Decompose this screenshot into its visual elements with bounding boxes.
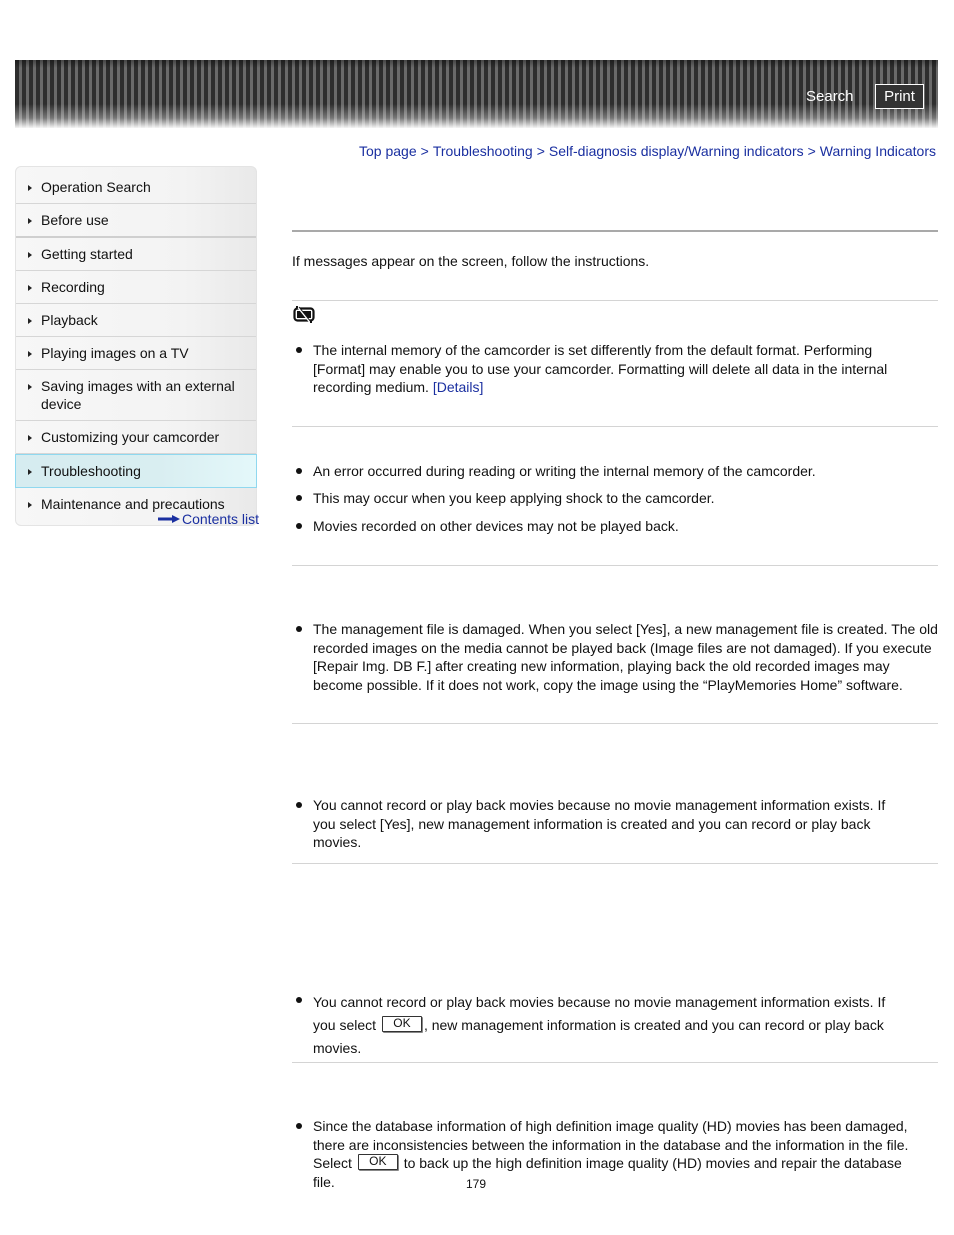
caret-right-icon — [28, 351, 32, 357]
sidebar-item-before-use[interactable]: Before use — [16, 204, 256, 238]
sidebar-item-saving-images[interactable]: Saving images with an external device — [16, 370, 256, 421]
caret-right-icon — [28, 384, 32, 390]
breadcrumb-self-diagnosis[interactable]: Self-diagnosis display/Warning indicator… — [549, 143, 804, 159]
breadcrumb-separator: > — [807, 143, 816, 159]
sidebar-item-label: Before use — [41, 212, 109, 228]
sidebar-item-label: Playback — [41, 312, 98, 328]
list-item: You cannot record or play back movies be… — [296, 991, 911, 1060]
print-button[interactable]: Print — [875, 84, 924, 109]
breadcrumb-top-page[interactable]: Top page — [359, 143, 417, 159]
sidebar-item-operation-search[interactable]: Operation Search — [16, 171, 256, 204]
section-divider — [292, 1062, 938, 1063]
breadcrumb-troubleshooting[interactable]: Troubleshooting — [433, 143, 533, 159]
header-bar — [15, 60, 938, 128]
bullet-text: The internal memory of the camcorder is … — [313, 342, 888, 395]
section-divider — [292, 426, 938, 427]
sidebar-item-recording[interactable]: Recording — [16, 271, 256, 304]
section-divider — [292, 863, 938, 864]
search-link[interactable]: Search — [806, 88, 854, 105]
contents-list-label: Contents list — [182, 511, 260, 527]
arrow-right-icon — [158, 515, 180, 523]
section-divider — [292, 300, 938, 301]
section-divider — [292, 723, 938, 724]
breadcrumb-separator: > — [536, 143, 545, 159]
title-divider — [292, 230, 938, 232]
list-item: This may occur when you keep applying sh… — [296, 489, 941, 508]
caret-right-icon — [28, 318, 32, 324]
caret-right-icon — [28, 502, 32, 508]
breadcrumb-warning-indicators[interactable]: Warning Indicators — [820, 143, 936, 159]
sidebar-item-label: Customizing your camcorder — [41, 429, 220, 445]
sidebar-item-troubleshooting[interactable]: Troubleshooting — [15, 454, 257, 488]
list-item: The internal memory of the camcorder is … — [296, 341, 916, 397]
sidebar-item-customizing[interactable]: Customizing your camcorder — [16, 421, 256, 454]
contents-list-link[interactable]: Contents list — [158, 511, 259, 527]
sidebar-item-label: Playing images on a TV — [41, 345, 189, 361]
sidebar-item-label: Recording — [41, 279, 105, 295]
caret-right-icon — [28, 252, 32, 258]
sidebar-nav: Operation Search Before use Getting star… — [15, 166, 257, 526]
breadcrumb: Top page > Troubleshooting > Self-diagnosis … — [359, 143, 936, 159]
caret-right-icon — [28, 469, 32, 475]
list-item: You cannot record or play back movies be… — [296, 796, 911, 852]
sidebar-item-label: Getting started — [41, 246, 133, 262]
sidebar-item-getting-started[interactable]: Getting started — [16, 238, 256, 271]
sidebar-item-playing-images-on-tv[interactable]: Playing images on a TV — [16, 337, 256, 370]
caret-right-icon — [28, 285, 32, 291]
sidebar-item-label: Troubleshooting — [41, 463, 141, 479]
caret-right-icon — [28, 185, 32, 191]
internal-memory-format-error-icon — [293, 306, 315, 323]
sidebar-item-label: Maintenance and precautions — [41, 496, 225, 512]
page-number: 179 — [466, 1177, 487, 1191]
sidebar-item-label: Operation Search — [41, 179, 151, 195]
list-item: Movies recorded on other devices may not… — [296, 517, 941, 536]
list-item: The management file is damaged. When you… — [296, 620, 941, 694]
intro-text: If messages appear on the screen, follow… — [292, 253, 650, 269]
ok-button-graphic: OK — [381, 1016, 422, 1032]
sidebar-item-label: Saving images with an external device — [41, 378, 235, 412]
section-divider — [292, 565, 938, 566]
list-item: An error occurred during reading or writ… — [296, 462, 941, 481]
list-item: Since the database information of high d… — [296, 1117, 921, 1191]
caret-right-icon — [28, 435, 32, 441]
caret-right-icon — [28, 218, 32, 224]
details-link[interactable]: [Details] — [433, 379, 484, 395]
sidebar-item-playback[interactable]: Playback — [16, 304, 256, 337]
ok-button-graphic: OK — [357, 1154, 398, 1170]
bullet-text: to back up the high definition image qua… — [313, 1155, 902, 1190]
breadcrumb-separator: > — [420, 143, 429, 159]
